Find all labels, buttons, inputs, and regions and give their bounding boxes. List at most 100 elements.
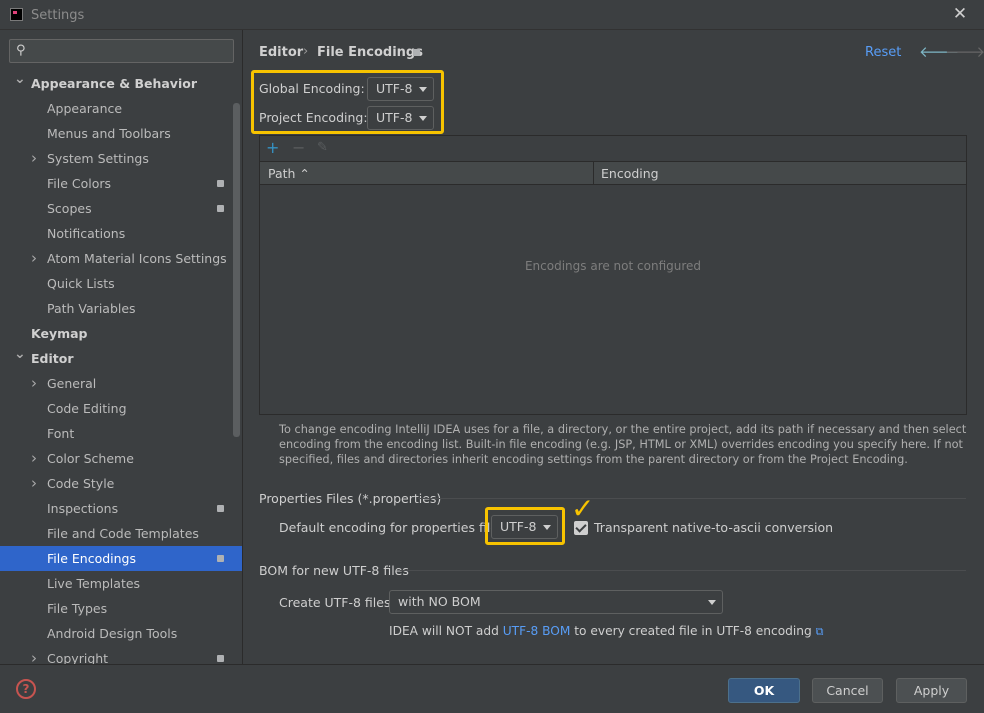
project-scope-icon — [217, 555, 224, 562]
sidebar-item-file-and-code-templates[interactable]: File and Code Templates — [0, 521, 233, 546]
search-icon: ⚲ — [16, 43, 26, 58]
forward-arrow-icon[interactable]: 🡒 — [945, 42, 984, 61]
chevron-right-icon[interactable]: › — [31, 246, 37, 271]
apply-button[interactable]: Apply — [896, 678, 967, 703]
sidebar-item-label: File Types — [47, 601, 108, 616]
transparent-conversion-checkbox[interactable] — [574, 521, 588, 535]
empty-table-message: Encodings are not configured — [524, 259, 702, 273]
edit-icon[interactable]: ✎ — [317, 140, 328, 155]
sidebar-item-code-style[interactable]: › Code Style — [0, 471, 233, 496]
sidebar-item-android-design-tools[interactable]: Android Design Tools — [0, 621, 233, 646]
chevron-right-icon[interactable]: › — [31, 446, 37, 471]
sidebar-item-label: Appearance — [47, 101, 123, 116]
intellij-app-icon — [10, 8, 23, 21]
close-icon[interactable]: ✕ — [950, 4, 970, 24]
sidebar-item-scopes[interactable]: Scopes — [0, 196, 233, 221]
sidebar-item-appearance[interactable]: Appearance — [0, 96, 233, 121]
project-encoding-label: Project Encoding: — [259, 110, 368, 125]
ok-button[interactable]: OK — [728, 678, 800, 703]
chevron-down-icon[interactable]: ⌄ — [14, 342, 26, 367]
dialog-footer: ? OK Cancel Apply — [0, 664, 984, 713]
column-header-encoding[interactable]: Encoding — [601, 166, 659, 181]
table-header: Path ⌃ Encoding — [260, 161, 966, 185]
sidebar-item-keymap[interactable]: Keymap — [0, 321, 233, 346]
chevron-right-icon[interactable]: › — [31, 646, 37, 664]
project-encoding-combo[interactable]: UTF-8 — [367, 106, 434, 130]
properties-encoding-value: UTF-8 — [500, 519, 537, 534]
path-encoding-table: + − ✎ Path ⌃ Encoding Encodings are not … — [259, 135, 967, 415]
bom-note-suffix: to every created file in UTF-8 encoding — [570, 624, 812, 638]
chevron-down-icon[interactable]: ⌄ — [14, 67, 26, 92]
sidebar-item-label: Appearance & Behavior — [31, 76, 197, 91]
section-divider — [418, 498, 966, 499]
bom-note: IDEA will NOT add UTF-8 BOM to every cre… — [389, 624, 824, 639]
add-icon[interactable]: + — [266, 138, 279, 157]
section-divider — [400, 570, 966, 571]
sidebar-item-atom-material-icons-settings[interactable]: › Atom Material Icons Settings — [0, 246, 233, 271]
chevron-down-icon — [708, 600, 716, 605]
bom-section-title: BOM for new UTF-8 files — [259, 563, 409, 578]
chevron-down-icon — [419, 116, 427, 121]
sidebar-item-quick-lists[interactable]: Quick Lists — [0, 271, 233, 296]
search-input[interactable] — [36, 42, 226, 60]
column-divider[interactable] — [593, 162, 594, 185]
sidebar-item-inspections[interactable]: Inspections — [0, 496, 233, 521]
sidebar-item-label: Scopes — [47, 201, 92, 216]
cancel-button[interactable]: Cancel — [812, 678, 883, 703]
sidebar-item-label: Copyright — [47, 651, 109, 664]
transparent-conversion-label[interactable]: Transparent native-to-ascii conversion — [594, 520, 833, 535]
breadcrumb-parent[interactable]: Editor — [259, 45, 303, 60]
sidebar-item-system-settings[interactable]: › System Settings — [0, 146, 233, 171]
sidebar-item-general[interactable]: › General — [0, 371, 233, 396]
project-scope-icon — [413, 49, 420, 56]
settings-sidebar: ⚲ ⌄ Appearance & Behavior Appearance Menus … — [0, 30, 243, 664]
bom-note-prefix: IDEA will NOT add — [389, 624, 503, 638]
sidebar-item-editor[interactable]: ⌄ Editor — [0, 346, 233, 371]
sidebar-scrollbar[interactable] — [233, 103, 240, 437]
window-title: Settings — [31, 8, 85, 23]
bom-combo[interactable]: with NO BOM — [389, 590, 723, 614]
chevron-right-icon[interactable]: › — [31, 471, 37, 496]
project-scope-icon — [217, 655, 224, 662]
sidebar-item-menus-and-toolbars[interactable]: Menus and Toolbars — [0, 121, 233, 146]
sidebar-item-appearance-behavior[interactable]: ⌄ Appearance & Behavior — [0, 71, 233, 96]
chevron-down-icon — [543, 525, 551, 530]
reset-link[interactable]: Reset — [865, 45, 901, 60]
external-link-icon[interactable]: ⧉ — [816, 625, 824, 638]
sidebar-item-label: Code Style — [47, 476, 115, 491]
remove-icon[interactable]: − — [292, 138, 305, 157]
breadcrumb-current: File Encodings — [317, 45, 423, 60]
column-header-path[interactable]: Path ⌃ — [268, 166, 310, 181]
chevron-right-icon[interactable]: › — [31, 146, 37, 171]
project-scope-icon — [217, 505, 224, 512]
sidebar-item-label: Editor — [31, 351, 74, 366]
sidebar-item-label: Color Scheme — [47, 451, 134, 466]
settings-tree: ⌄ Appearance & Behavior Appearance Menus an… — [0, 71, 242, 664]
table-toolbar: + − ✎ — [260, 136, 966, 161]
sidebar-item-label: Font — [47, 426, 75, 441]
project-scope-icon — [217, 205, 224, 212]
sidebar-item-live-templates[interactable]: Live Templates — [0, 571, 233, 596]
sidebar-item-file-colors[interactable]: File Colors — [0, 171, 233, 196]
sidebar-item-label: Atom Material Icons Settings — [47, 251, 227, 266]
global-encoding-combo[interactable]: UTF-8 — [367, 77, 434, 101]
sidebar-item-label: Notifications — [47, 226, 126, 241]
properties-encoding-label: Default encoding for properties files: — [279, 520, 509, 535]
sidebar-item-path-variables[interactable]: Path Variables — [0, 296, 233, 321]
sidebar-item-code-editing[interactable]: Code Editing — [0, 396, 233, 421]
utf8-bom-link[interactable]: UTF-8 BOM — [503, 624, 571, 638]
properties-encoding-combo[interactable]: UTF-8 — [491, 515, 558, 539]
sidebar-item-copyright[interactable]: › Copyright — [0, 646, 233, 664]
sidebar-item-label: Menus and Toolbars — [47, 126, 171, 141]
settings-search[interactable]: ⚲ — [9, 39, 234, 63]
sidebar-item-label: Live Templates — [47, 576, 141, 591]
sidebar-item-label: Inspections — [47, 501, 119, 516]
sidebar-item-font[interactable]: Font — [0, 421, 233, 446]
chevron-down-icon — [419, 87, 427, 92]
sidebar-item-color-scheme[interactable]: › Color Scheme — [0, 446, 233, 471]
sidebar-item-notifications[interactable]: Notifications — [0, 221, 233, 246]
chevron-right-icon[interactable]: › — [31, 371, 37, 396]
help-icon[interactable]: ? — [16, 679, 36, 699]
sidebar-item-file-types[interactable]: File Types — [0, 596, 233, 621]
sidebar-item-file-encodings[interactable]: File Encodings — [0, 546, 242, 571]
